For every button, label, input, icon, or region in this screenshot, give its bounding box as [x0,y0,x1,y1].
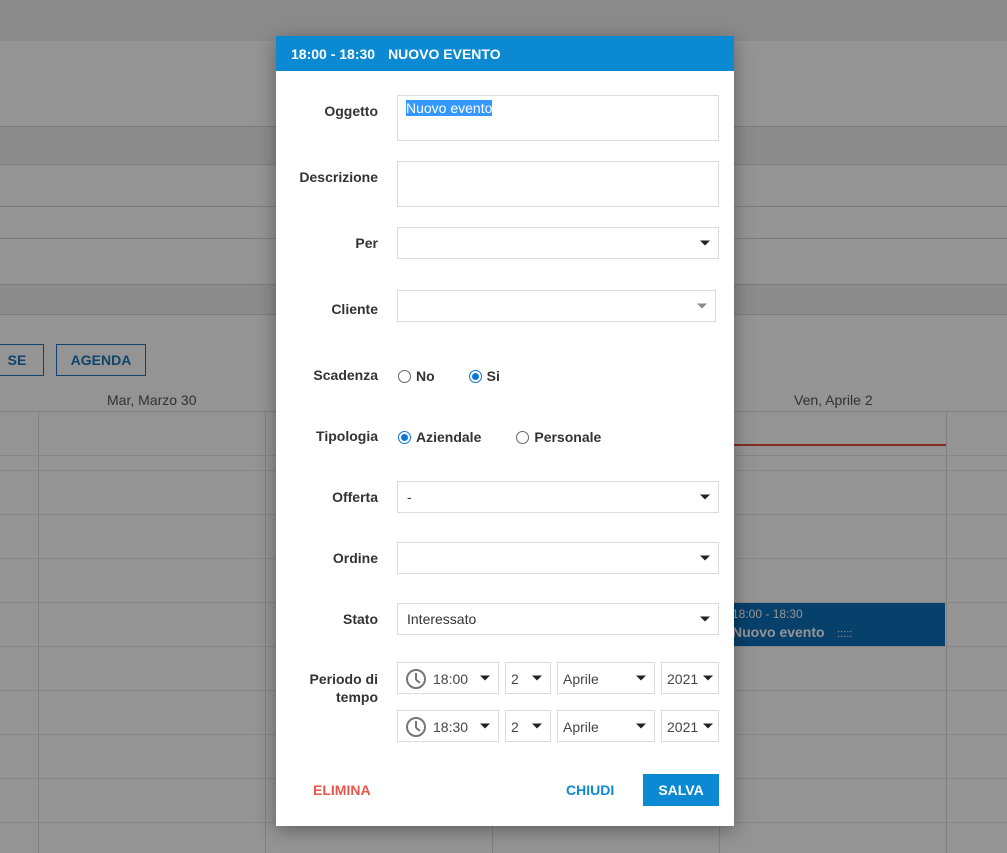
stato-label: Stato [343,611,378,627]
delete-button[interactable]: ELIMINA [313,774,371,806]
scadenza-radio-group: No Si [398,368,500,384]
tipologia-label: Tipologia [316,428,378,444]
end-year-select[interactable]: 2021 [661,710,719,742]
ordine-select[interactable] [397,542,719,574]
offerta-select[interactable]: - [397,481,719,513]
start-year-value: 2021 [667,671,699,687]
per-label: Per [355,235,378,251]
end-day-select[interactable]: 2 [505,710,551,742]
end-year-value: 2021 [667,719,699,735]
periodo-label: Periodo di tempo [278,670,378,706]
ordine-label: Ordine [332,550,378,566]
start-time-picker[interactable]: 18:00 [397,662,499,694]
chevron-down-icon [700,240,710,246]
scadenza-option-no-label: No [416,368,435,384]
radio-button[interactable] [516,430,530,444]
chevron-down-icon [700,555,710,561]
tipologia-option-aziendale[interactable]: Aziendale [398,429,481,445]
stato-select[interactable]: Interessato [397,603,719,635]
end-month-value: Aprile [563,719,599,735]
tipologia-option-personale-label: Personale [534,429,602,445]
radio-button-selected[interactable] [398,430,411,444]
start-time-value: 18:00 [433,671,469,687]
per-select[interactable] [397,227,719,259]
end-day-value: 2 [511,719,519,735]
tipologia-radio-group: Aziendale Personale [398,429,601,445]
periodo-label-line2: tempo [336,689,378,705]
close-button[interactable]: CHIUDI [566,774,614,806]
clock-icon [406,669,426,689]
chevron-down-icon [703,723,713,729]
start-year-select[interactable]: 2021 [661,662,719,694]
descrizione-label: Descrizione [299,169,378,185]
scadenza-option-si[interactable]: Si [468,368,500,384]
chevron-down-icon [700,616,710,622]
scadenza-label: Scadenza [313,367,378,383]
end-month-select[interactable]: Aprile [557,710,655,742]
end-time-value: 18:30 [433,719,469,735]
periodo-label-line1: Periodo di [309,671,378,687]
radio-button-selected[interactable] [468,369,482,383]
tipologia-option-aziendale-label: Aziendale [416,429,482,445]
dialog-title: NUOVO EVENTO [388,45,501,62]
start-month-select[interactable]: Aprile [557,662,655,694]
offerta-value: - [407,489,412,505]
chevron-down-icon [480,675,490,681]
chevron-down-icon [636,723,646,729]
dialog-header-time: 18:00 - 18:30 [291,45,376,62]
start-day-select[interactable]: 2 [505,662,551,694]
dialog-header: 18:00 - 18:30 NUOVO EVENTO [276,36,734,71]
chevron-down-icon [697,303,707,309]
start-month-value: Aprile [563,671,599,687]
end-time-picker[interactable]: 18:30 [397,710,499,742]
clock-icon [406,717,426,737]
oggetto-value: Nuovo evento [406,100,493,116]
event-dialog: 18:00 - 18:30 NUOVO EVENTO Oggetto Nuovo… [276,36,734,826]
chevron-down-icon [700,494,710,500]
descrizione-input[interactable] [397,161,719,207]
save-button[interactable]: SALVA [643,774,719,806]
chevron-down-icon [532,723,542,729]
stato-value: Interessato [407,611,477,627]
scadenza-option-si-label: Si [486,368,500,384]
oggetto-label: Oggetto [324,103,378,119]
radio-button[interactable] [398,369,411,383]
start-day-value: 2 [511,671,519,687]
cliente-select[interactable] [397,290,716,322]
chevron-down-icon [480,723,490,729]
oggetto-input[interactable]: Nuovo evento [397,95,719,141]
chevron-down-icon [636,675,646,681]
tipologia-option-personale[interactable]: Personale [516,429,601,445]
scadenza-option-no[interactable]: No [398,368,435,384]
chevron-down-icon [532,675,542,681]
cliente-label: Cliente [331,301,378,317]
chevron-down-icon [703,675,713,681]
offerta-label: Offerta [332,489,378,505]
